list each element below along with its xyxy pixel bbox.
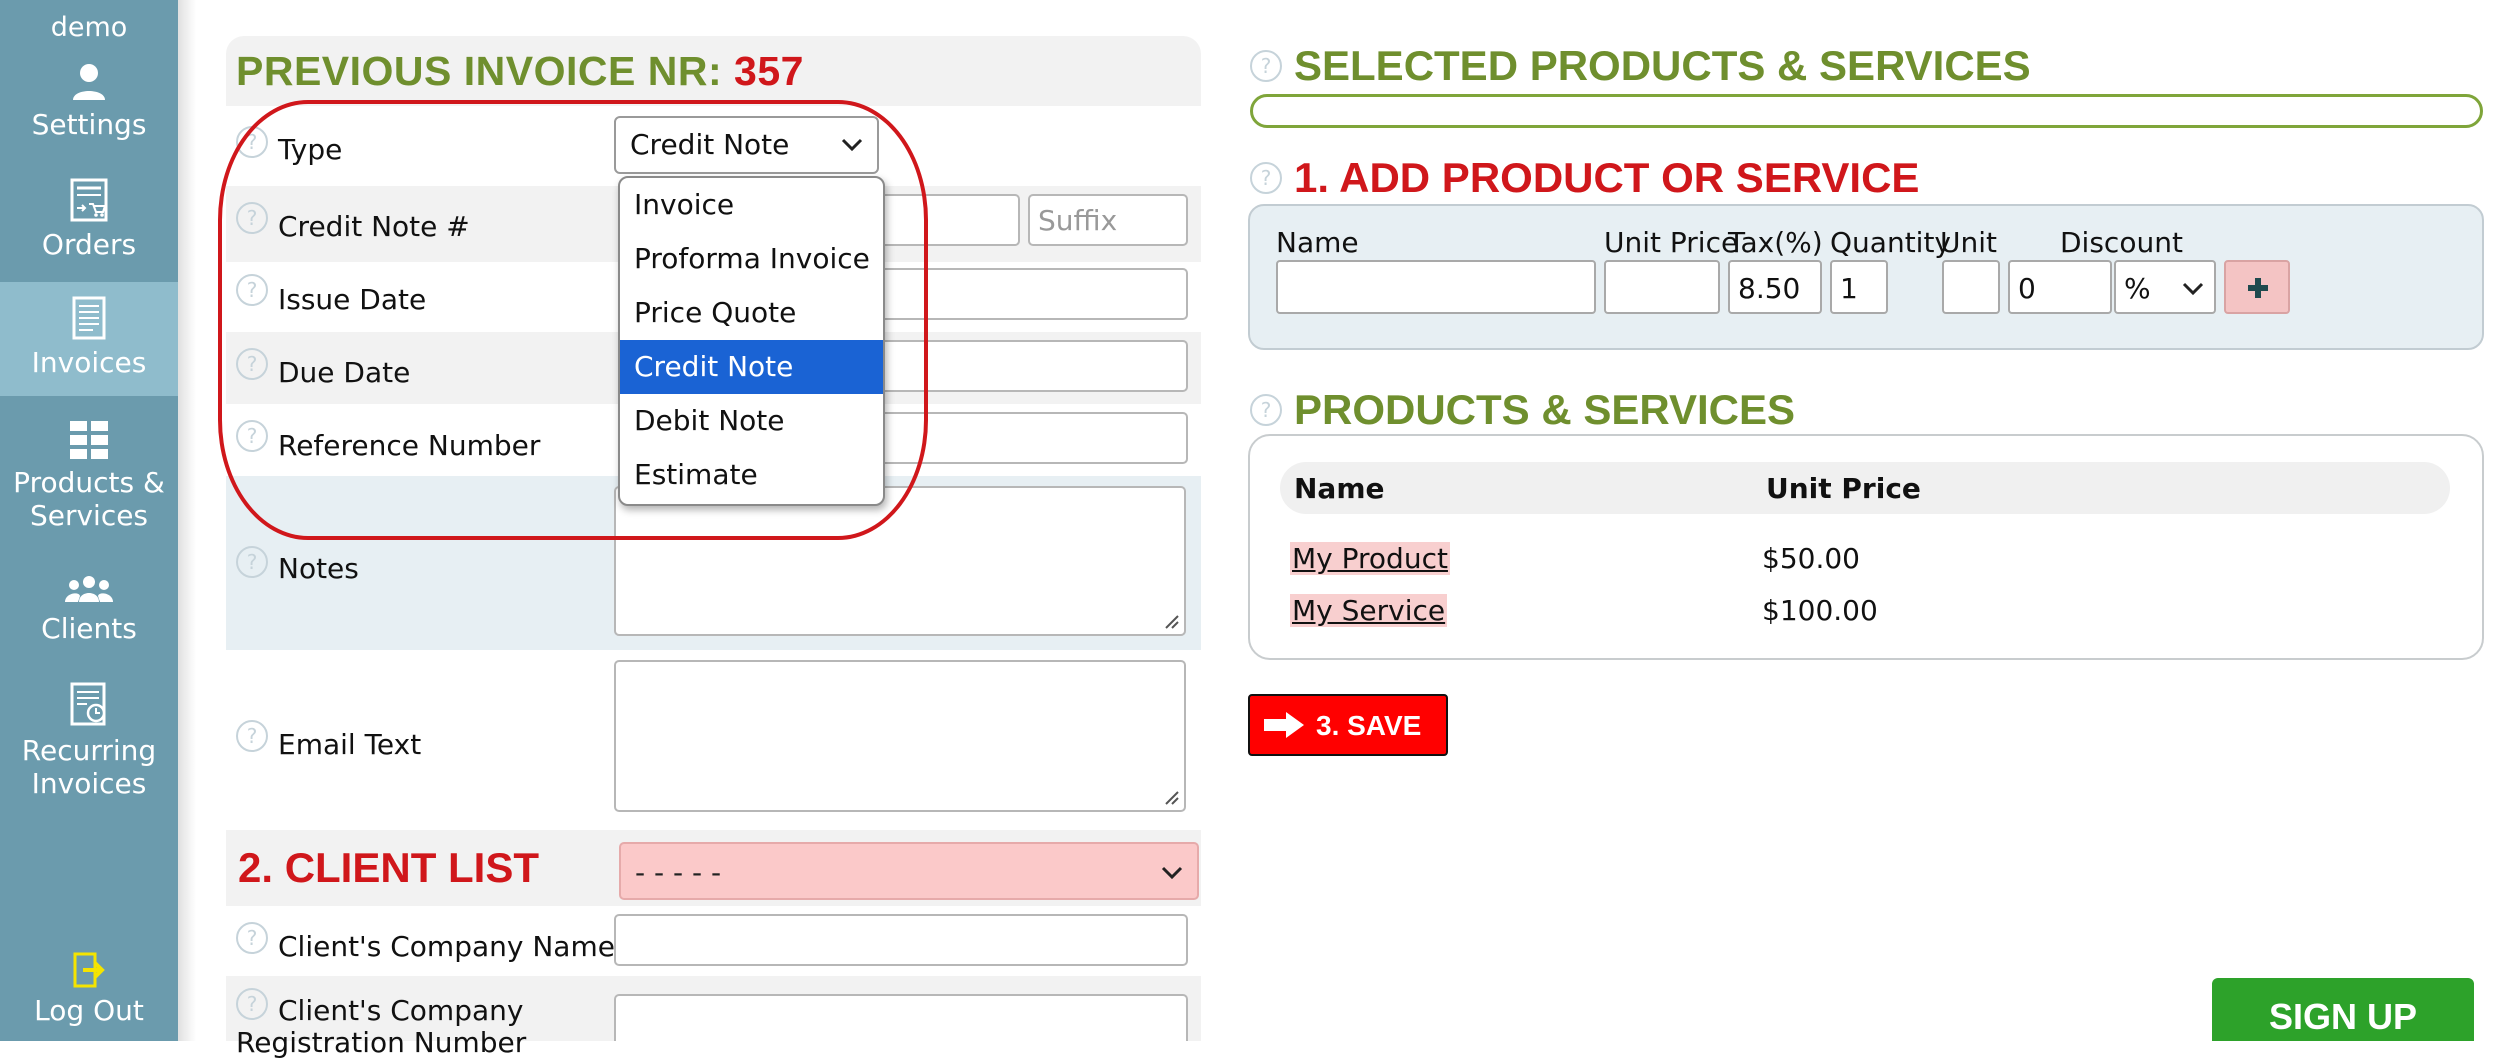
notes-label: Notes bbox=[278, 552, 359, 585]
quantity-input[interactable]: 1 bbox=[1830, 260, 1888, 314]
sidebar-item-label: Clients bbox=[41, 612, 137, 645]
plus-icon bbox=[2248, 278, 2268, 298]
sidebar: demo Settings Orders Invoices Products &… bbox=[0, 0, 178, 1041]
sidebar-item-logout[interactable]: Log Out bbox=[0, 952, 178, 1032]
tax-input-value: 8.50 bbox=[1738, 272, 1801, 305]
sidebar-item-settings[interactable]: Settings bbox=[0, 62, 178, 156]
help-icon[interactable]: ? bbox=[236, 720, 268, 752]
sidebar-item-label: Settings bbox=[31, 108, 147, 141]
client-company-reg-input[interactable] bbox=[614, 994, 1188, 1041]
help-icon[interactable]: ? bbox=[236, 922, 268, 954]
selected-products-title: SELECTED PRODUCTS & SERVICES bbox=[1294, 42, 2031, 89]
discount-input[interactable]: 0 bbox=[2008, 260, 2112, 314]
sidebar-item-label-line2: Services bbox=[29, 499, 149, 532]
sidebar-item-orders[interactable]: Orders bbox=[0, 178, 178, 272]
products-services-title: PRODUCTS & SERVICES bbox=[1294, 386, 1795, 433]
resize-grip-icon[interactable] bbox=[1162, 788, 1180, 806]
header-name: Name bbox=[1294, 472, 1385, 505]
email-text-label: Email Text bbox=[278, 728, 422, 761]
arrow-right-icon bbox=[1264, 712, 1304, 738]
quantity-input-value: 1 bbox=[1840, 272, 1858, 305]
grid-icon bbox=[70, 421, 108, 459]
sidebar-item-label-line1: Recurring bbox=[21, 734, 157, 767]
sidebar-item-label: Orders bbox=[41, 228, 137, 261]
unit-price-input[interactable] bbox=[1604, 260, 1720, 314]
sidebar-item-products-services[interactable]: Products & Services bbox=[0, 420, 178, 542]
client-company-reg-label-line2: Registration Number bbox=[236, 1026, 527, 1059]
col-unit-price-label: Unit Price bbox=[1604, 226, 1739, 259]
recurring-icon bbox=[70, 682, 106, 726]
suffix-input[interactable]: Suffix bbox=[1028, 194, 1188, 246]
help-icon[interactable]: ? bbox=[236, 546, 268, 578]
resize-grip-icon[interactable] bbox=[1162, 612, 1180, 630]
help-icon[interactable]: ? bbox=[1250, 50, 1282, 82]
add-product-button[interactable] bbox=[2224, 260, 2290, 314]
sidebar-item-label: Invoices bbox=[31, 346, 147, 379]
previous-invoice-number: 357 bbox=[734, 48, 804, 94]
col-unit-label: Unit bbox=[1940, 226, 1997, 259]
col-quantity-label: Quantity bbox=[1830, 226, 1951, 259]
help-icon[interactable]: ? bbox=[236, 988, 268, 1020]
clients-icon bbox=[65, 576, 113, 602]
help-icon[interactable]: ? bbox=[1250, 162, 1282, 194]
save-button[interactable]: 3. SAVE bbox=[1248, 694, 1448, 756]
discount-type-select[interactable]: % bbox=[2114, 260, 2216, 314]
client-company-name-label: Client's Company Name bbox=[278, 930, 615, 963]
signup-button[interactable]: SIGN UP bbox=[2212, 978, 2474, 1041]
suffix-placeholder: Suffix bbox=[1038, 204, 1118, 237]
product-name-input[interactable] bbox=[1276, 260, 1596, 314]
sidebar-username: demo bbox=[50, 12, 128, 43]
previous-invoice-title: PREVIOUS INVOICE NR: 357 bbox=[236, 48, 804, 95]
client-select-value: - - - - - bbox=[635, 856, 722, 889]
tax-input[interactable]: 8.50 bbox=[1728, 260, 1822, 314]
sidebar-shadow bbox=[178, 0, 196, 1041]
sidebar-item-clients[interactable]: Clients bbox=[0, 574, 178, 664]
previous-invoice-label: PREVIOUS INVOICE NR: bbox=[236, 48, 723, 94]
product-price: $50.00 bbox=[1762, 542, 1860, 575]
product-link-my-product[interactable]: My Product bbox=[1290, 542, 1450, 575]
add-product-title: 1. ADD PRODUCT OR SERVICE bbox=[1294, 154, 1920, 201]
sidebar-item-label-line2: Invoices bbox=[31, 767, 147, 800]
client-list-title: 2. CLIENT LIST bbox=[238, 844, 540, 891]
product-price: $100.00 bbox=[1762, 594, 1878, 627]
col-discount-label: Discount bbox=[2060, 226, 2183, 259]
col-name-label: Name bbox=[1276, 226, 1359, 259]
chevron-down-icon bbox=[1161, 866, 1183, 880]
logout-icon bbox=[73, 952, 105, 988]
product-link-my-service[interactable]: My Service bbox=[1290, 594, 1448, 627]
chevron-down-icon bbox=[2182, 282, 2204, 296]
user-icon bbox=[73, 64, 105, 100]
invoice-icon bbox=[72, 296, 106, 340]
discount-type-value: % bbox=[2124, 272, 2151, 305]
client-company-name-input[interactable] bbox=[614, 914, 1188, 966]
discount-input-value: 0 bbox=[2018, 272, 2036, 305]
client-company-reg-label-line1: Client's Company bbox=[278, 994, 524, 1027]
selected-products-bar bbox=[1250, 94, 2483, 128]
sidebar-item-label-line1: Products & bbox=[13, 466, 165, 499]
header-unit-price: Unit Price bbox=[1766, 472, 1921, 505]
sidebar-item-invoices[interactable]: Invoices bbox=[0, 282, 178, 396]
help-icon[interactable]: ? bbox=[1250, 394, 1282, 426]
client-select[interactable]: - - - - - bbox=[619, 842, 1199, 900]
sidebar-item-recurring-invoices[interactable]: Recurring Invoices bbox=[0, 682, 178, 812]
col-tax-label: Tax(%) bbox=[1728, 226, 1823, 259]
highlight-annotation bbox=[218, 100, 928, 540]
unit-input[interactable] bbox=[1942, 260, 2000, 314]
email-text-textarea[interactable] bbox=[614, 660, 1186, 812]
save-button-label: 3. SAVE bbox=[1316, 710, 1422, 741]
orders-icon bbox=[70, 178, 108, 222]
sidebar-item-label: Log Out bbox=[34, 994, 144, 1027]
